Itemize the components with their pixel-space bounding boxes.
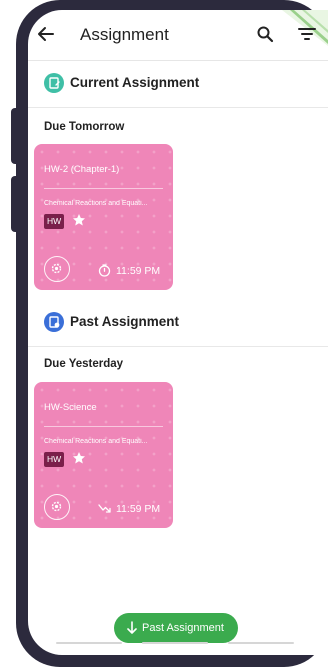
- assignment-card[interactable]: HW-2 (Chapter-1) Chemical Reactions and …: [34, 144, 173, 290]
- due-time: 11:59 PM: [116, 265, 161, 277]
- card-subject: Chemical Reactions and Equati...: [44, 200, 148, 207]
- section-divider: [28, 346, 328, 347]
- past-assignment-button[interactable]: Past Assignment: [114, 613, 238, 643]
- card-divider: [44, 426, 163, 427]
- star-icon[interactable]: [72, 213, 86, 227]
- filter-icon[interactable]: [298, 26, 316, 42]
- app-bar: Assignment: [28, 10, 328, 60]
- trend-down-icon: [98, 504, 111, 513]
- section-title: Current Assignment: [70, 75, 200, 90]
- hw-tag: HW: [44, 452, 65, 467]
- section-current-assignment: Current Assignment: [44, 73, 328, 95]
- phone-side-button: [11, 108, 19, 164]
- arrow-down-icon: [127, 621, 137, 634]
- card-title: HW-Science: [44, 402, 97, 413]
- button-label: Past Assignment: [142, 622, 224, 634]
- star-icon[interactable]: [72, 451, 86, 465]
- app-screen: Assignment Current Assignment Due Tomorr…: [28, 10, 328, 655]
- section-past-assignment: Past Assignment: [44, 312, 328, 334]
- app-bar-divider: [28, 60, 328, 61]
- hw-tag: HW: [44, 214, 65, 229]
- section-divider: [28, 107, 328, 108]
- arrow-left-icon[interactable]: [36, 24, 56, 44]
- card-divider: [44, 188, 163, 189]
- assignment-card[interactable]: HW-Science Chemical Reactions and Equati…: [34, 382, 173, 528]
- phone-side-button: [11, 176, 19, 232]
- card-title: HW-2 (Chapter-1): [44, 164, 120, 175]
- nav-indicator: [56, 642, 122, 644]
- timer-icon: [98, 264, 111, 277]
- gear-icon[interactable]: [44, 494, 70, 520]
- due-time: 11:59 PM: [116, 503, 161, 515]
- card-subject: Chemical Reactions and Equati...: [44, 438, 148, 445]
- due-label: Due Yesterday: [44, 358, 124, 370]
- edit-document-icon: [44, 73, 64, 93]
- document-history-icon: [44, 312, 64, 332]
- nav-indicator: [228, 642, 294, 644]
- search-icon[interactable]: [256, 25, 274, 43]
- nav-indicator: [142, 642, 208, 644]
- due-label: Due Tomorrow: [44, 121, 125, 133]
- page-title: Assignment: [80, 25, 169, 44]
- gear-icon[interactable]: [44, 256, 70, 282]
- section-title: Past Assignment: [70, 314, 180, 329]
